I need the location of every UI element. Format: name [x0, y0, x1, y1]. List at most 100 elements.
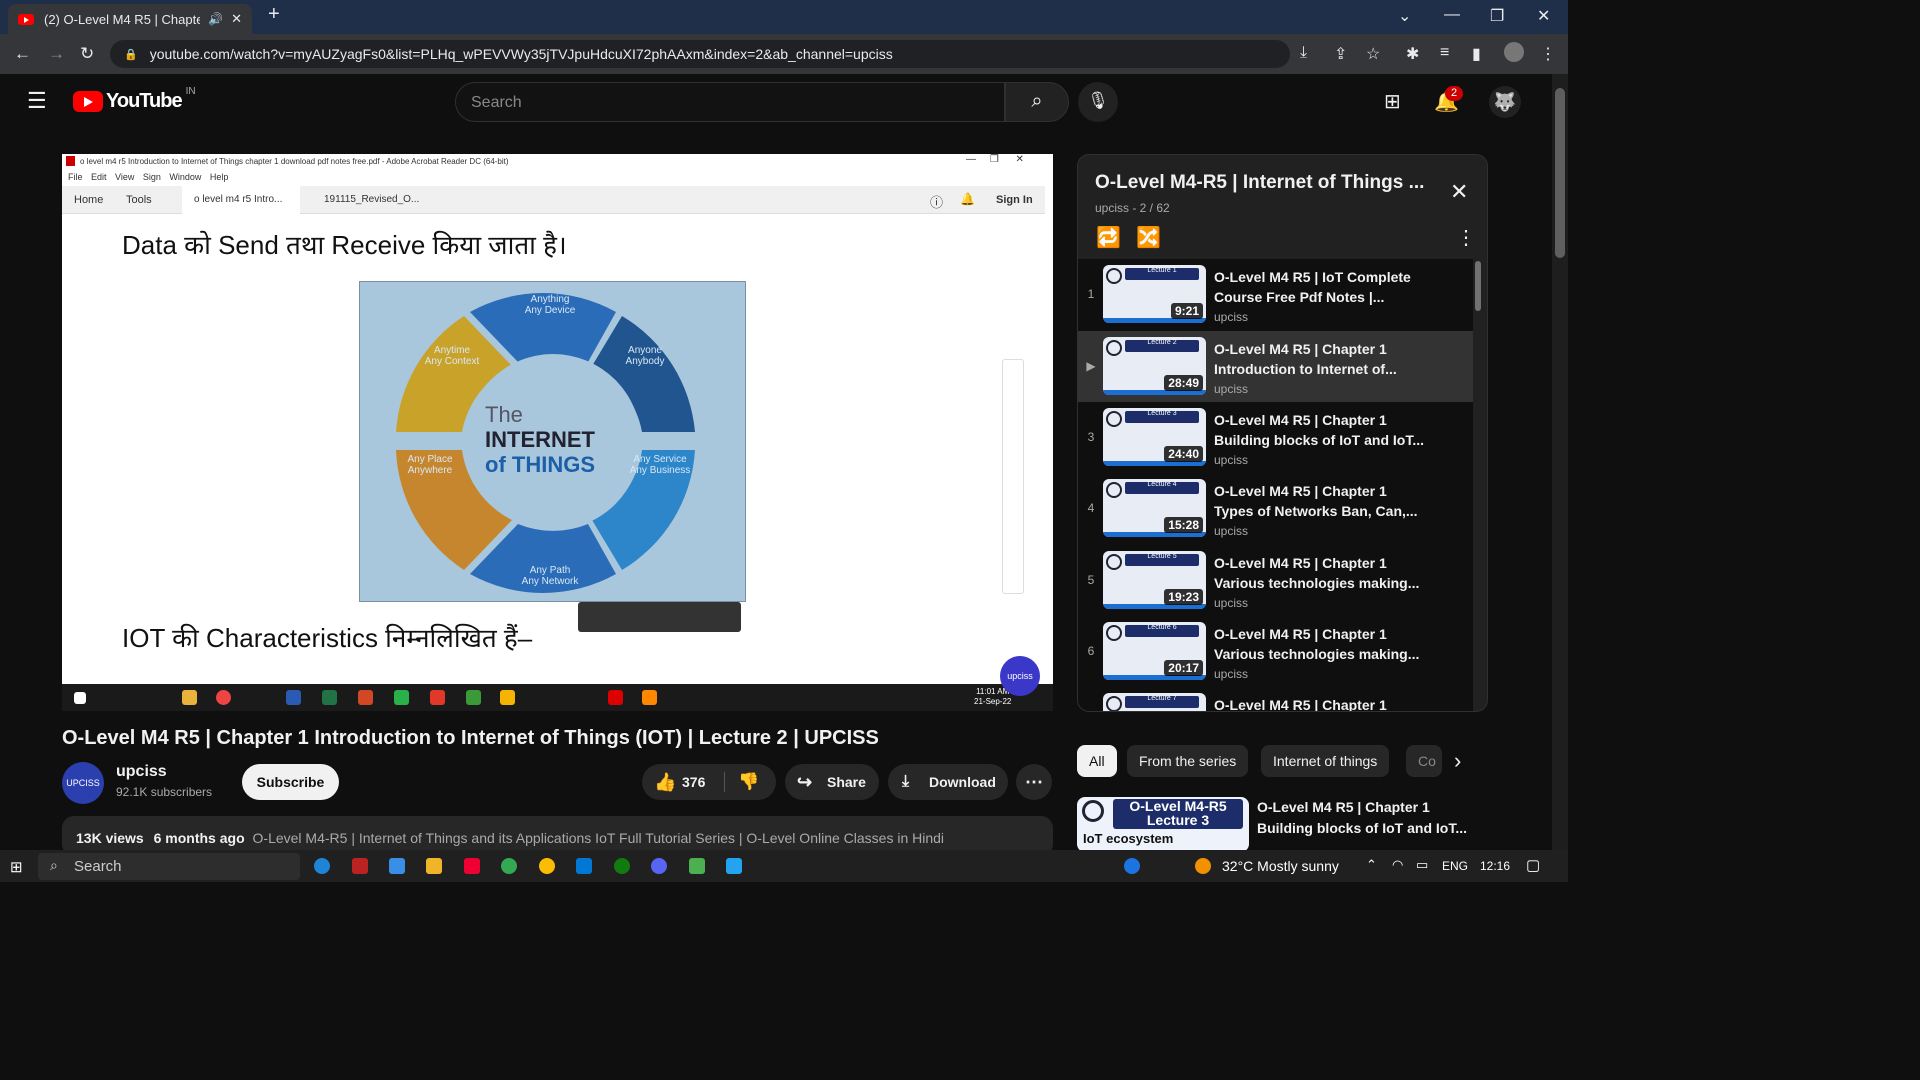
search-icon: ⌕	[1031, 90, 1043, 112]
app-green-icon[interactable]	[689, 858, 705, 874]
item-channel: upciss	[1214, 667, 1249, 681]
forward-icon[interactable]: →	[48, 44, 65, 64]
youtube-logo[interactable]: YouTube IN	[73, 86, 196, 113]
tab-search-icon[interactable]: ⌄	[1398, 6, 1411, 26]
taskbar-search-label: Search	[74, 858, 122, 875]
app-red-icon[interactable]	[352, 858, 368, 874]
acrobat-sign-in: Sign In	[996, 194, 1033, 206]
menu-icon[interactable]: ⋮	[1540, 44, 1556, 64]
item-thumbnail: Lecture 1 9:21	[1103, 265, 1206, 323]
notification-center-icon[interactable]: ▢	[1526, 856, 1540, 874]
thumb-logo-icon	[1106, 482, 1122, 498]
bookmark-star-icon[interactable]: ☆	[1366, 44, 1380, 64]
search-input[interactable]: Search	[455, 82, 1005, 122]
recommendation-thumbnail[interactable]: O-Level M4-R5 Lecture 3 IoT ecosystem	[1077, 797, 1249, 852]
speaker-icon[interactable]: 🔊	[208, 12, 223, 26]
like-icon[interactable]: 👍	[654, 764, 676, 800]
playlist-item[interactable]: 5 Lecture 5 19:23 O-Level M4 R5 | Chapter…	[1078, 545, 1473, 616]
language-indicator[interactable]: ENG	[1442, 859, 1468, 873]
frame-folder-icon	[182, 690, 197, 705]
chip-more[interactable]: Co	[1406, 745, 1442, 777]
extensions-icon[interactable]: ✱	[1406, 44, 1419, 64]
channel-name[interactable]: upciss	[116, 763, 167, 781]
search-button[interactable]: ⌕	[1005, 82, 1069, 122]
create-video-icon[interactable]: ⊞	[1384, 89, 1401, 114]
playlist-item[interactable]: 1 Lecture 1 9:21 O-Level M4 R5 | IoT Comp…	[1078, 259, 1473, 330]
chrome2-icon[interactable]	[539, 858, 555, 874]
edge-icon[interactable]	[314, 858, 330, 874]
taskbar-clock[interactable]: 12:16	[1480, 859, 1510, 873]
chip-from-series[interactable]: From the series	[1127, 745, 1249, 777]
channel-watermark[interactable]: upciss	[1000, 656, 1040, 696]
like-divider	[724, 772, 725, 792]
channel-avatar[interactable]: UPCISS	[62, 762, 104, 804]
playlist-item-current[interactable]: ▶ Lecture 2 28:49 O-Level M4 R5 | Chapter…	[1078, 331, 1473, 402]
close-tab-icon[interactable]: ✕	[231, 11, 242, 27]
thumb-logo-icon	[1106, 696, 1122, 711]
xbox-icon[interactable]	[614, 858, 630, 874]
account-avatar[interactable]: 🐺	[1489, 86, 1521, 118]
more-actions-button[interactable]: ⋯	[1016, 764, 1052, 800]
download-button[interactable]: ⤓ Download	[888, 764, 1008, 800]
playlist-item[interactable]: 3 Lecture 3 24:40 O-Level M4 R5 | Chapter…	[1078, 402, 1473, 473]
new-tab-button[interactable]: +	[268, 3, 280, 26]
hamburger-menu-icon[interactable]: ☰	[27, 88, 47, 114]
store-icon[interactable]	[389, 858, 405, 874]
side-panel-icon[interactable]: ▮	[1472, 44, 1481, 64]
thumb-logo-icon	[1106, 340, 1122, 356]
wifi-icon[interactable]: ◠	[1392, 857, 1403, 873]
like-count[interactable]: 376	[682, 764, 705, 800]
windows-start-icon[interactable]: ⊞	[10, 858, 23, 876]
chip-all[interactable]: All	[1077, 745, 1117, 777]
recommendation-title[interactable]: O-Level M4 R5 | Chapter 1 Building block…	[1257, 797, 1487, 839]
app-diamond-icon[interactable]	[464, 858, 480, 874]
video-title: O-Level M4 R5 | Chapter 1 Introduction t…	[62, 727, 879, 749]
explorer-icon[interactable]	[426, 858, 442, 874]
video-frame-acrobat: o level m4 r5 Introduction to Internet o…	[62, 154, 1053, 684]
chrome-icon[interactable]	[501, 858, 517, 874]
app-blue-icon[interactable]	[576, 858, 592, 874]
item-title: O-Level M4 R5 | Chapter 1	[1214, 697, 1387, 712]
item-title: O-Level M4 R5 | Chapter 1 Building block…	[1214, 412, 1424, 448]
shuffle-icon[interactable]: 🔀	[1136, 225, 1161, 250]
close-window-button[interactable]: ✕	[1537, 6, 1550, 26]
help-tray-icon[interactable]	[1124, 858, 1140, 874]
rec-thumb-line3: IoT ecosystem	[1083, 831, 1174, 846]
chevron-right-icon[interactable]: ›	[1454, 748, 1461, 774]
reload-icon[interactable]: ↻	[80, 44, 94, 64]
tray-chevron-icon[interactable]: ⌃	[1366, 857, 1377, 873]
playlist-item[interactable]: 6 Lecture 6 20:17 O-Level M4 R5 | Chapter…	[1078, 616, 1473, 687]
maximize-button[interactable]: ❐	[1490, 6, 1504, 26]
media-control-icon[interactable]: ≡	[1440, 44, 1449, 62]
battery-icon[interactable]: ▭	[1416, 857, 1428, 873]
loop-icon[interactable]: 🔁	[1096, 225, 1121, 250]
share-button[interactable]: ↪ Share	[785, 764, 879, 800]
install-icon[interactable]: ⤓	[1300, 44, 1307, 62]
browser-tab[interactable]: (2) O-Level M4 R5 | Chapter 🔊 ✕	[8, 4, 252, 34]
minimize-button[interactable]: —	[1444, 6, 1460, 24]
playlist-header: O-Level M4-R5 | Internet of Things ... u…	[1078, 155, 1487, 259]
profile-icon[interactable]	[1504, 42, 1524, 62]
playlist-title[interactable]: O-Level M4-R5 | Internet of Things ...	[1095, 172, 1435, 194]
chip-internet-of-things[interactable]: Internet of things	[1261, 745, 1390, 777]
playlist-item[interactable]: Lecture 7 O-Level M4 R5 | Chapter 1	[1078, 687, 1473, 712]
taskbar-search[interactable]: Search	[38, 853, 300, 880]
page-scrollbar[interactable]	[1552, 74, 1568, 850]
url-bar[interactable]: 🔒 youtube.com/watch?v=myAUZyagFs0&list=P…	[110, 40, 1290, 68]
voice-search-button[interactable]: 🎙	[1078, 82, 1118, 122]
scrollbar-thumb[interactable]	[1555, 88, 1565, 258]
frame-app2-icon	[430, 690, 445, 705]
playlist-scrollbar[interactable]	[1475, 261, 1481, 311]
windows-taskbar: ⊞ Search ⌕ 32°C Mostly sunny ⌃ ◠ ▭ ENG 1…	[0, 850, 1568, 882]
playlist-menu-icon[interactable]: ⋮	[1456, 225, 1476, 250]
close-playlist-icon[interactable]: ✕	[1450, 179, 1468, 205]
back-icon[interactable]: ←	[14, 44, 31, 64]
subscribe-button[interactable]: Subscribe	[242, 764, 339, 800]
share-page-icon[interactable]: ⇪	[1334, 44, 1347, 64]
discord-icon[interactable]	[651, 858, 667, 874]
playlist-item[interactable]: 4 Lecture 4 15:28 O-Level M4 R5 | Chapter…	[1078, 473, 1473, 544]
weather-text[interactable]: 32°C Mostly sunny	[1222, 858, 1339, 874]
dislike-icon[interactable]: 👎	[738, 764, 759, 800]
item-thumbnail: Lecture 3 24:40	[1103, 408, 1206, 466]
vscode-icon[interactable]	[726, 858, 742, 874]
